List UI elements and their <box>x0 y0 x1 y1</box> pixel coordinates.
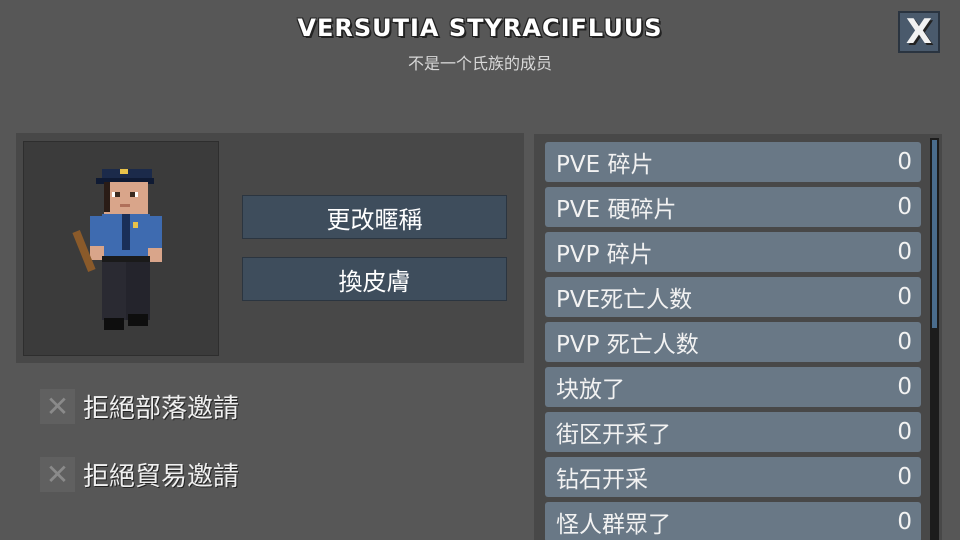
stat-row: 怪人群眾了 0 <box>545 502 921 540</box>
stat-value: 0 <box>897 149 912 175</box>
stat-value: 0 <box>897 329 912 355</box>
stat-row: PVE 碎片 0 <box>545 142 921 182</box>
player-skin-icon <box>72 169 162 330</box>
stats-scrollbar[interactable] <box>930 138 939 540</box>
stat-value: 0 <box>897 464 912 490</box>
stat-label: PVP 碎片 <box>556 242 653 268</box>
stat-label: PVE 硬碎片 <box>556 197 677 223</box>
stat-value: 0 <box>897 194 912 220</box>
stat-row: PVP 死亡人数 0 <box>545 322 921 362</box>
stat-label: 块放了 <box>556 377 625 403</box>
player-name-title: VERSUTIA STYRACIFLUUS <box>297 14 663 42</box>
reject-trade-invites-checkbox[interactable]: ✕ <box>40 456 75 492</box>
check-x-icon: ✕ <box>45 457 70 491</box>
stat-label: PVE死亡人数 <box>556 287 693 313</box>
stat-row: PVP 碎片 0 <box>545 232 921 272</box>
stat-label: 怪人群眾了 <box>556 512 671 538</box>
stat-row: 街区开采了 0 <box>545 412 921 452</box>
stat-row: PVE死亡人数 0 <box>545 277 921 317</box>
reject-trade-invites-option[interactable]: ✕ 拒絕貿易邀請 <box>40 456 239 492</box>
reject-trade-invites-label: 拒絕貿易邀請 <box>83 461 240 492</box>
stat-label: 钻石开采 <box>556 467 648 493</box>
stat-row: 块放了 0 <box>545 367 921 407</box>
change-skin-button[interactable]: 換皮膚 <box>242 257 507 301</box>
stats-list[interactable]: PVE 碎片 0 PVE 硬碎片 0 PVP 碎片 0 PVE死亡人数 0 PVP 死亡… <box>534 134 942 540</box>
check-x-icon: ✕ <box>45 389 70 423</box>
stat-label: PVE 碎片 <box>556 152 654 178</box>
skin-preview <box>23 141 219 356</box>
stat-row: PVE 硬碎片 0 <box>545 187 921 227</box>
player-profile-screen: VERSUTIA STYRACIFLUUS 不是一个氏族的成员 X 更改暱稱 換… <box>0 0 960 540</box>
stat-label: PVP 死亡人数 <box>556 332 699 358</box>
stat-value: 0 <box>897 509 912 535</box>
close-icon: X <box>905 12 933 52</box>
clan-status-subtitle: 不是一个氏族的成员 <box>407 54 552 73</box>
stat-label: 街区开采了 <box>556 422 671 448</box>
change-nickname-button[interactable]: 更改暱稱 <box>242 195 507 239</box>
stat-value: 0 <box>897 284 912 310</box>
close-button[interactable]: X <box>898 11 940 53</box>
reject-clan-invites-option[interactable]: ✕ 拒絕部落邀請 <box>40 388 239 424</box>
stat-value: 0 <box>897 374 912 400</box>
stat-value: 0 <box>897 419 912 445</box>
scrollbar-thumb[interactable] <box>932 140 937 328</box>
reject-clan-invites-checkbox[interactable]: ✕ <box>40 388 75 424</box>
stat-row: 钻石开采 0 <box>545 457 921 497</box>
reject-clan-invites-label: 拒絕部落邀請 <box>83 393 240 424</box>
stat-value: 0 <box>897 239 912 265</box>
